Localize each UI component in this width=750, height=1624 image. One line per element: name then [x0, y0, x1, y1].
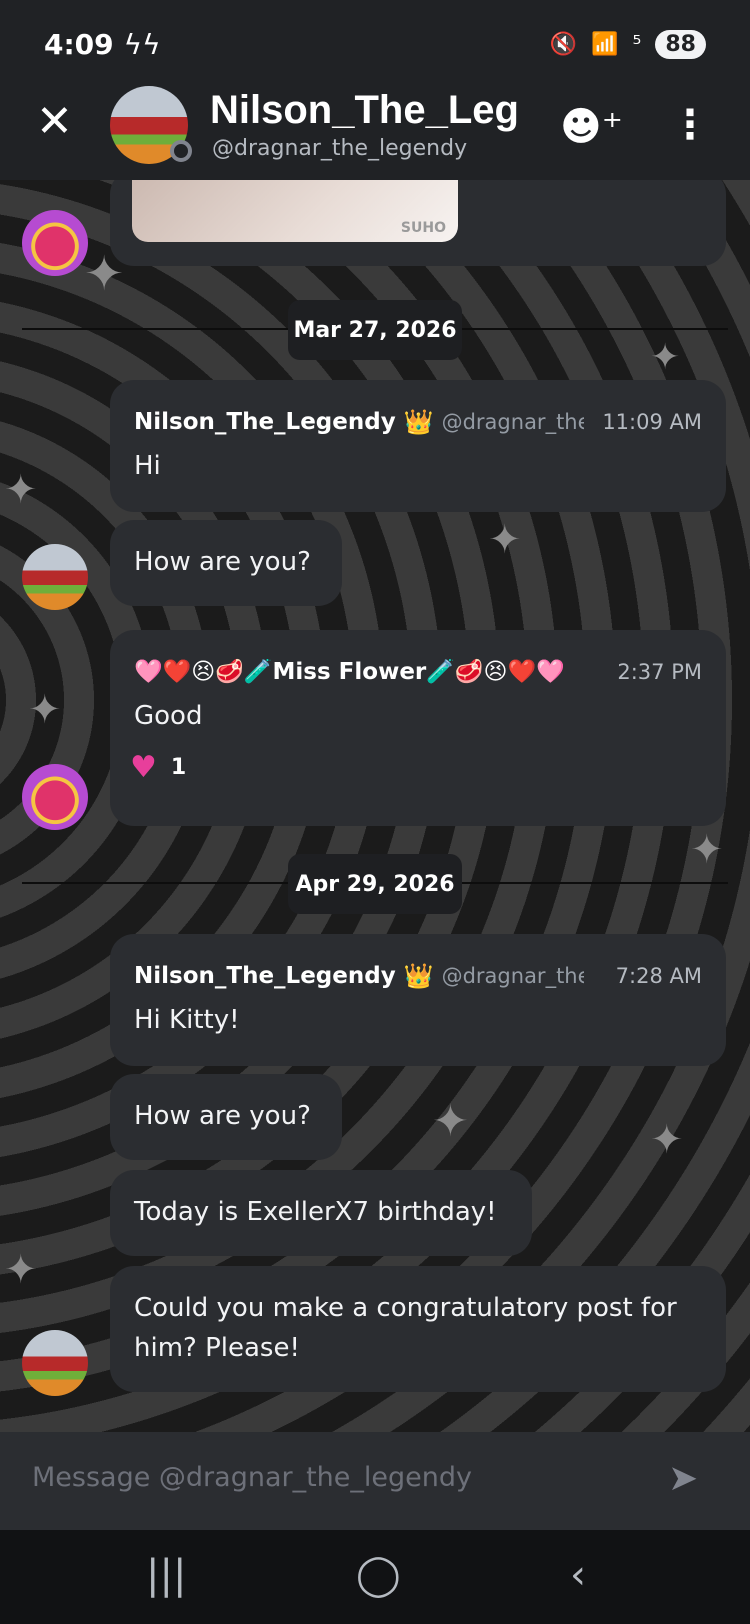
battery-indicator: 88 — [655, 29, 706, 59]
send-icon[interactable]: ➤ — [668, 1458, 698, 1499]
message-timestamp: 11:09 AM — [602, 410, 702, 434]
back-icon[interactable]: ‹ — [570, 1552, 586, 1598]
presence-indicator — [170, 140, 192, 162]
message-text: Good — [134, 701, 203, 731]
message-text: Hi — [134, 451, 161, 481]
crown-icon: 👑 — [403, 408, 434, 436]
message-bubble[interactable]: 🩷❤️😣🥩🧪Miss Flower🧪🥩😣❤️🩷 2:37 PM Good ♥ 1 — [110, 630, 726, 826]
message-timestamp: 2:37 PM — [617, 660, 702, 684]
avatar[interactable] — [22, 210, 88, 276]
system-nav-bar: ||| ◯ ‹ — [0, 1530, 750, 1624]
dm-header: ✕ Nilson_The_Legendy @dragnar_the_legend… — [0, 86, 750, 180]
header-handle: @dragnar_the_legendy — [212, 136, 468, 161]
message-text: Today is ExellerX7 birthday! — [134, 1197, 497, 1227]
message-bubble[interactable]: Nilson_The_Legendy 👑 @dragnar_the_legend… — [110, 380, 726, 512]
message-bubble[interactable]: Nilson_The_Legendy 👑 @dragnar_the_legend… — [110, 934, 726, 1066]
message-bubble[interactable]: SUHO — [110, 180, 726, 266]
message-header: 🩷❤️😣🥩🧪Miss Flower🧪🥩😣❤️🩷 — [134, 658, 565, 685]
message-author[interactable]: 🩷❤️😣🥩🧪Miss Flower🧪🥩😣❤️🩷 — [134, 658, 565, 685]
heart-icon: ♥ — [130, 750, 157, 785]
message-header: Nilson_The_Legendy 👑 @dragnar_the_legend… — [134, 962, 584, 990]
date-label: Apr 29, 2026 — [288, 854, 462, 914]
message-text: Hi Kitty! — [134, 1005, 240, 1035]
more-vertical-icon[interactable]: ⋮ — [670, 102, 710, 148]
header-avatar[interactable] — [110, 86, 192, 164]
message-text: Could you make a congratulatory post for… — [134, 1293, 677, 1363]
message-text: How are you? — [134, 1101, 311, 1131]
avatar[interactable] — [22, 1330, 88, 1396]
message-bubble[interactable]: Could you make a congratulatory post for… — [110, 1266, 726, 1392]
network-type: ⁵ — [632, 31, 642, 57]
message-bubble[interactable]: How are you? — [110, 520, 342, 606]
message-composer[interactable]: Message @dragnar_the_legendy ➤ — [0, 1432, 750, 1530]
status-bar: 4:09 ϟϟ 🔇 📶 ⁵ 88 — [0, 0, 750, 88]
message-handle: @dragnar_the_legendy — [441, 410, 584, 434]
date-label: Mar 27, 2026 — [288, 300, 462, 360]
avatar[interactable] — [22, 764, 88, 830]
mute-icon: 🔇 — [549, 31, 578, 57]
message-handle: @dragnar_the_legendy — [441, 964, 584, 988]
message-text: How are you? — [134, 547, 311, 577]
message-header: Nilson_The_Legendy 👑 @dragnar_the_legend… — [134, 408, 584, 436]
wifi-icon: 📶 — [591, 31, 619, 57]
header-username[interactable]: Nilson_The_Legendy — [210, 88, 520, 133]
reaction-pill[interactable]: ♥ 1 — [130, 750, 186, 785]
message-author[interactable]: Nilson_The_Legendy — [134, 409, 396, 435]
message-input[interactable]: Message @dragnar_the_legendy — [32, 1462, 472, 1493]
image-watermark: SUHO — [400, 220, 446, 236]
add-friend-icon[interactable]: ☻⁺ — [560, 104, 623, 150]
status-icons: 🔇 📶 ⁵ 88 — [549, 29, 706, 59]
flash-icon: ϟϟ — [123, 27, 161, 61]
message-bubble[interactable]: Today is ExellerX7 birthday! — [110, 1170, 532, 1256]
reaction-count: 1 — [170, 755, 187, 780]
image-attachment[interactable]: SUHO — [132, 180, 458, 242]
avatar[interactable] — [22, 544, 88, 610]
recents-icon[interactable]: ||| — [146, 1552, 186, 1598]
status-time: 4:09 — [44, 27, 114, 61]
message-timestamp: 7:28 AM — [615, 964, 702, 988]
message-author[interactable]: Nilson_The_Legendy — [134, 963, 396, 989]
chat-messages[interactable]: SUHO Mar 27, 2026 Nilson_The_Legendy 👑 @… — [0, 180, 750, 1432]
crown-icon: 👑 — [403, 962, 434, 990]
close-icon[interactable]: ✕ — [36, 100, 76, 144]
home-icon[interactable]: ◯ — [356, 1552, 401, 1598]
message-bubble[interactable]: How are you? — [110, 1074, 342, 1160]
